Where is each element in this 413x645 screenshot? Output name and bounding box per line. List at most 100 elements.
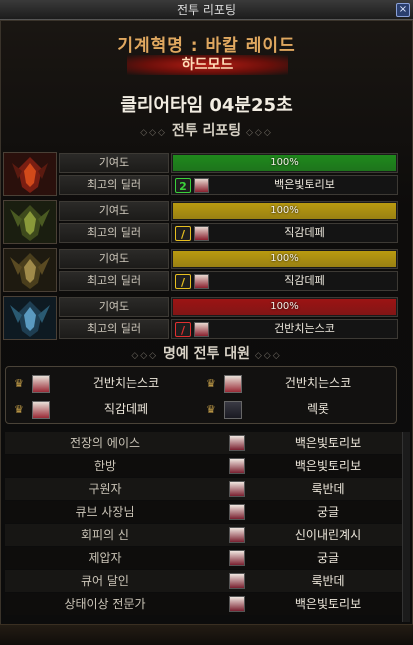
best-dealer-box: / 직감데페 — [171, 271, 398, 291]
list-item: 상태이상 전문가 백은빛토리보 — [5, 593, 405, 615]
close-button[interactable]: × — [396, 3, 410, 17]
best-dealer-label: 최고의 딜러 — [59, 271, 169, 291]
crown-icon: ♛ — [206, 403, 216, 416]
award-title: 한방 — [93, 459, 117, 473]
contribution-value: 100% — [270, 205, 299, 216]
window-title: 전투 리포팅 — [176, 3, 236, 17]
contribution-bar: 100% — [171, 249, 398, 269]
best-dealer-box: / 건반치는스코 — [171, 319, 398, 339]
dealer-name: 직감데페 — [284, 274, 325, 287]
contribution-value: 100% — [270, 301, 299, 312]
best-dealer-label: 최고의 딜러 — [59, 319, 169, 339]
avatar — [229, 481, 245, 497]
contribution-row: 기여도 100% — [59, 201, 398, 221]
deco-left: ◇◇◇ — [131, 351, 159, 361]
honor-member[interactable]: ♛ 렉롯 — [202, 397, 394, 421]
boss-report-2: 기여도 100% 최고의 딜러 / 직감데페 — [3, 200, 398, 244]
avatar — [32, 375, 50, 393]
avatar — [229, 596, 245, 612]
award-title: 회피의 신 — [81, 528, 129, 542]
gold-dragon-icon — [3, 248, 57, 292]
boss-report-4: 기여도 100% 최고의 딜러 / 건반치는스코 — [3, 296, 398, 340]
honor-member[interactable]: ♛ 건반치는스코 — [10, 371, 202, 395]
list-item: 회피의 신 신이내린계시 — [5, 524, 405, 546]
avatar — [224, 375, 242, 393]
best-dealer-label: 최고의 딜러 — [59, 175, 169, 195]
best-dealer-row: 최고의 딜러 / 건반치는스코 — [59, 319, 398, 339]
best-dealer-box: 2 백은빛토리보 — [171, 175, 398, 195]
contribution-bar: 100% — [171, 297, 398, 317]
boss-report-1: 기여도 100% 최고의 딜러 2 백은빛토리보 — [3, 152, 398, 196]
contribution-label: 기여도 — [59, 249, 169, 269]
honor-member[interactable]: ♛ 직감데페 — [10, 397, 202, 421]
contribution-bar: 100% — [171, 201, 398, 221]
report-section-label: 전투 리포팅 — [171, 123, 242, 139]
honor-members-box: ♛ 건반치는스코 ♛ 건반치는스코 ♛ 직감데페 ♛ 렉롯 — [5, 366, 397, 424]
crown-icon: ♛ — [14, 377, 24, 390]
list-item: 큐어 달인 룩반데 — [5, 570, 405, 592]
honor-section-label: 명예 전투 대원 — [162, 346, 251, 362]
contribution-row: 기여도 100% — [59, 297, 398, 317]
honor-icons: ♛ — [206, 375, 250, 393]
avatar — [229, 504, 245, 520]
avatar — [194, 322, 209, 337]
deco-right: ◇◇◇ — [246, 128, 273, 138]
contribution-label: 기여도 — [59, 297, 169, 317]
award-title: 큐브 사장님 — [75, 505, 135, 519]
list-item: 제압자 궁글 — [5, 547, 405, 569]
battle-report-panel: 기계혁명 : 바칼 레이드 하드모드 클리어타임 04분25초 ◇◇◇ 전투 리… — [0, 20, 413, 645]
list-item: 전장의 에이스 백은빛토리보 — [5, 432, 405, 454]
contribution-value: 100% — [270, 157, 299, 168]
honor-icons: ♛ — [14, 401, 58, 419]
avatar — [229, 550, 245, 566]
contribution-label: 기여도 — [59, 201, 169, 221]
list-item: 구원자 룩반데 — [5, 478, 405, 500]
contribution-row: 기여도 100% — [59, 249, 398, 269]
list-item: 큐브 사장님 궁글 — [5, 501, 405, 523]
award-title: 전장의 에이스 — [69, 436, 141, 450]
clear-time: 클리어타임 04분25초 — [120, 95, 293, 116]
scrollbar[interactable] — [402, 432, 410, 622]
fire-dragon-icon — [3, 152, 57, 196]
award-winner: 룩반데 — [311, 482, 345, 496]
best-dealer-row: 최고의 딜러 / 직감데페 — [59, 271, 398, 291]
rank-badge: / — [175, 322, 191, 337]
award-winner: 궁글 — [316, 505, 340, 519]
avatar — [194, 226, 209, 241]
honor-member-name: 건반치는스코 — [92, 376, 160, 390]
list-item: 한방 백은빛토리보 — [5, 455, 405, 477]
award-winner: 백은빛토리보 — [294, 597, 362, 611]
award-title: 제압자 — [88, 551, 122, 565]
green-dragon-icon — [3, 200, 57, 244]
contribution-value: 100% — [270, 253, 299, 264]
honor-member[interactable]: ♛ 건반치는스코 — [202, 371, 394, 395]
award-title: 큐어 달인 — [81, 574, 129, 588]
contribution-bar: 100% — [171, 153, 398, 173]
avatar — [229, 527, 245, 543]
honor-section-title: ◇◇◇ 명예 전투 대원 ◇◇◇ — [1, 343, 412, 363]
dealer-name: 백은빛토리보 — [274, 178, 335, 191]
award-winner: 백은빛토리보 — [294, 459, 362, 473]
contribution-label: 기여도 — [59, 153, 169, 173]
rank-badge: 2 — [175, 178, 191, 193]
award-winner: 백은빛토리보 — [294, 436, 362, 450]
dealer-name: 건반치는스코 — [274, 322, 335, 335]
best-dealer-row: 최고의 딜러 / 직감데페 — [59, 223, 398, 243]
crown-icon: ♛ — [206, 377, 216, 390]
award-winner: 룩반데 — [311, 574, 345, 588]
rank-badge: / — [175, 226, 191, 241]
best-dealer-row: 최고의 딜러 2 백은빛토리보 — [59, 175, 398, 195]
award-winner: 궁글 — [316, 551, 340, 565]
deco-left: ◇◇◇ — [140, 128, 167, 138]
avatar — [194, 178, 209, 193]
best-dealer-label: 최고의 딜러 — [59, 223, 169, 243]
avatar — [229, 458, 245, 474]
report-section-title: ◇◇◇ 전투 리포팅 ◇◇◇ — [1, 120, 412, 140]
best-dealer-box: / 직감데페 — [171, 223, 398, 243]
award-title: 상태이상 전문가 — [64, 597, 146, 611]
boss-report-3: 기여도 100% 최고의 딜러 / 직감데페 — [3, 248, 398, 292]
award-title: 구원자 — [88, 482, 122, 496]
avatar — [224, 401, 242, 419]
avatar — [229, 435, 245, 451]
honor-member-name: 건반치는스코 — [284, 376, 352, 390]
